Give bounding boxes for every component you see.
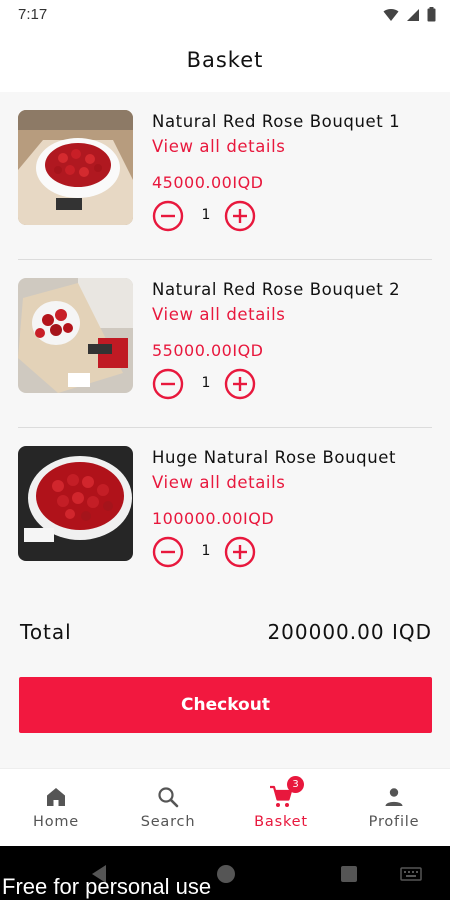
increase-quantity-button[interactable] [224,200,256,232]
minus-circle-icon [152,368,184,400]
quantity-stepper: 1 [152,536,262,570]
view-details-link[interactable]: View all details [152,305,286,324]
nav-item-home[interactable]: Home [0,769,112,847]
keyboard-icon[interactable] [400,866,422,882]
product-image[interactable] [18,278,133,393]
search-icon [158,787,179,808]
nav-item-basket[interactable]: 3 Basket [225,769,337,847]
battery-icon [427,7,436,22]
plus-circle-icon [224,200,256,232]
item-name: Huge Natural Rose Bouquet [152,448,397,467]
status-bar: 7:17 [0,0,450,30]
home-icon [47,788,65,806]
product-image[interactable] [18,110,133,225]
cart-item: Natural Red Rose Bouquet 2 View all deta… [18,260,432,428]
wifi-icon [383,8,399,21]
total-label: Total [20,620,72,644]
quantity-value: 1 [201,375,211,391]
item-name: Natural Red Rose Bouquet 1 [152,112,401,131]
app-header: Basket [0,30,450,92]
nav-item-profile[interactable]: Profile [338,769,450,847]
view-details-link[interactable]: View all details [152,473,286,492]
nav-label: Profile [368,814,420,830]
cart-item: Natural Red Rose Bouquet 1 View all deta… [18,92,432,260]
checkout-button[interactable]: Checkout [19,677,432,733]
status-time: 7:17 [18,6,48,23]
item-price: 55000.00IQD [152,341,264,360]
bottom-nav: Home Search 3 Basket Profile [0,768,450,846]
quantity-stepper: 1 [152,200,262,234]
total-value: 200000.00 IQD [267,620,432,644]
view-details-link[interactable]: View all details [152,137,286,156]
recents-icon[interactable] [340,865,358,883]
signal-icon [407,8,419,21]
nav-label: Basket [254,814,308,830]
nav-label: Search [140,814,196,830]
minus-circle-icon [152,536,184,568]
minus-circle-icon [152,200,184,232]
page-title: Basket [186,48,264,72]
home-button-icon[interactable] [216,864,236,884]
item-price: 45000.00IQD [152,173,264,192]
basket-count-badge: 3 [287,776,304,793]
increase-quantity-button[interactable] [224,368,256,400]
quantity-value: 1 [201,207,211,223]
increase-quantity-button[interactable] [224,536,256,568]
item-price: 100000.00IQD [152,509,275,528]
decrease-quantity-button[interactable] [152,200,184,232]
nav-label: Home [32,814,80,830]
watermark: Free for personal use [2,874,212,899]
quantity-value: 1 [201,543,211,559]
cart-item: Huge Natural Rose Bouquet View all detai… [18,428,432,596]
product-image[interactable] [18,446,133,561]
decrease-quantity-button[interactable] [152,368,184,400]
plus-circle-icon [224,368,256,400]
item-name: Natural Red Rose Bouquet 2 [152,280,401,299]
nav-item-search[interactable]: Search [112,769,224,847]
plus-circle-icon [224,536,256,568]
person-icon [385,788,403,806]
decrease-quantity-button[interactable] [152,536,184,568]
quantity-stepper: 1 [152,368,262,402]
status-icons [383,7,436,22]
total-row: Total 200000.00 IQD [20,620,432,650]
